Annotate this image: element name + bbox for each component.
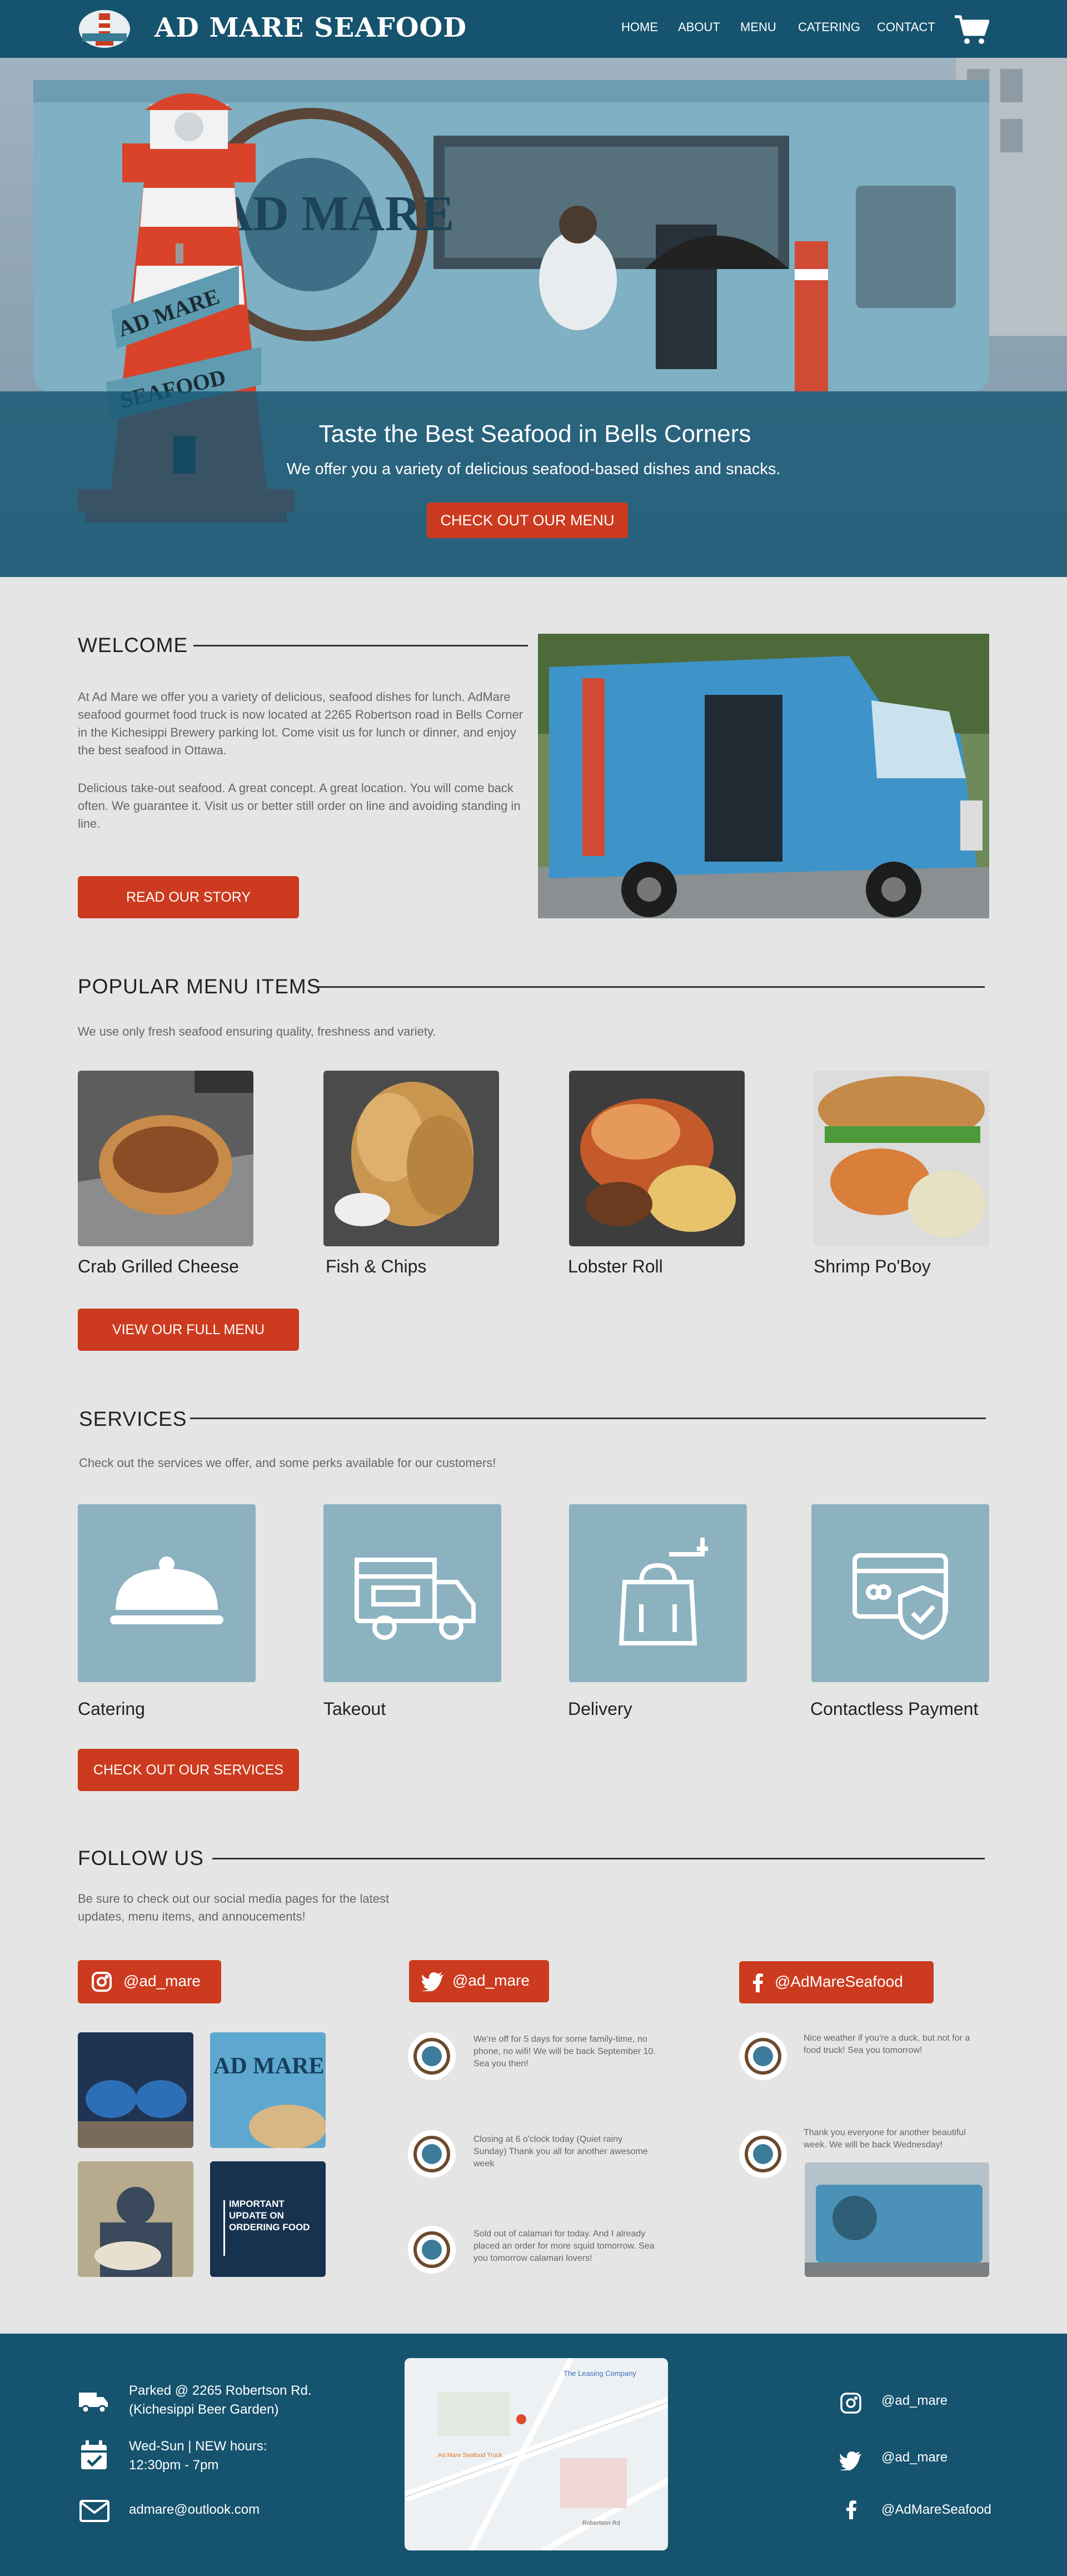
view-full-menu-button[interactable]: VIEW OUR FULL MENU [78, 1309, 299, 1351]
welcome-divider [193, 645, 528, 647]
footer-facebook[interactable]: @AdMareSeafood [881, 2500, 991, 2519]
twitter-avatar[interactable] [408, 2032, 456, 2080]
takeout-bag-icon [619, 1538, 708, 1645]
menu-item-label[interactable]: Shrimp Po'Boy [814, 1256, 931, 1277]
menu-title: POPULAR MENU ITEMS [78, 975, 321, 998]
facebook-handle: @AdMareSeafood [775, 1973, 903, 1990]
footer-hours-line2: 12:30pm - 7pm [129, 2458, 219, 2473]
calendar-icon [81, 2440, 107, 2469]
footer-address-line2: (Kichesippi Beer Garden) [129, 2402, 279, 2417]
hero-title: Taste the Best Seafood in Bells Corners [318, 420, 751, 447]
menu-divider [318, 986, 985, 988]
nav-contact[interactable]: CONTACT [877, 20, 935, 34]
check-menu-button[interactable]: CHECK OUT OUR MENU [427, 503, 628, 538]
menu-item-image-shrimp-poboy[interactable] [814, 1071, 989, 1246]
service-label[interactable]: Catering [78, 1699, 145, 1719]
services-intro: Check out the services we offer, and som… [79, 1456, 496, 1470]
instagram-post-text: AD MARE [213, 2053, 324, 2079]
facebook-post-text: Nice weather if you're a duck, but not f… [804, 2033, 970, 2055]
truck-icon [79, 2393, 108, 2414]
food-truck-icon [355, 1558, 476, 1640]
nav-about[interactable]: ABOUT [678, 20, 720, 34]
twitter-icon [421, 1972, 443, 1991]
services-divider [190, 1418, 986, 1419]
brand-name[interactable]: AD MARE SEAFOOD [154, 12, 467, 43]
welcome-title: WELCOME [78, 634, 188, 657]
instagram-button[interactable]: @ad_mare [78, 1960, 221, 2003]
instagram-icon [840, 2393, 861, 2414]
menu-item-image-fish-chips[interactable] [323, 1071, 499, 1246]
follow-title: FOLLOW US [78, 1847, 204, 1869]
footer-twitter[interactable]: @ad_mare [881, 2448, 948, 2467]
cloche-icon [110, 1556, 223, 1624]
instagram-post[interactable] [78, 2161, 193, 2277]
facebook-avatar[interactable] [739, 2032, 787, 2080]
footer-hours-line1: Wed-Sun | NEW hours: [129, 2439, 267, 2454]
nav-home[interactable]: HOME [621, 20, 658, 34]
welcome-paragraph-1: At Ad Mare we offer you a variety of del… [78, 690, 523, 757]
hero-overlay [0, 391, 1067, 577]
service-tile-takeout[interactable] [323, 1504, 501, 1682]
service-tile-delivery[interactable] [569, 1504, 747, 1682]
facebook-post-image[interactable] [805, 2162, 989, 2277]
instagram-post[interactable]: IMPORTANT UPDATE ON ORDERING FOOD [210, 2161, 326, 2277]
twitter-avatar[interactable] [408, 2130, 456, 2178]
read-story-button[interactable]: READ OUR STORY [78, 876, 299, 918]
service-tile-contactless-payment[interactable] [811, 1504, 989, 1682]
footer-address-line1: Parked @ 2265 Robertson Rd. [129, 2383, 312, 2398]
food-truck-photo [538, 634, 989, 918]
facebook-post-text: Thank you everyone for another beautiful… [804, 2128, 966, 2150]
instagram-post-text: IMPORTANT UPDATE ON ORDERING FOOD [229, 2199, 310, 2232]
location-map[interactable]: The Leasing Company Ad Mare Seafood Truc… [405, 2358, 668, 2550]
map-label-road: Robertson Rd [582, 2520, 620, 2527]
tweet-text: We're off for 5 days for some family-tim… [473, 2035, 656, 2068]
service-label[interactable]: Takeout [323, 1699, 386, 1719]
cart-icon[interactable] [954, 13, 990, 48]
facebook-icon [846, 2500, 856, 2519]
follow-intro: Be sure to check out our social media pa… [78, 1892, 390, 1923]
nav-menu[interactable]: MENU [740, 20, 776, 34]
hero-section: AD MARE AD MARE SEAFOOD Taste the Best S… [0, 58, 1067, 577]
follow-divider [212, 1858, 985, 1859]
menu-item-label[interactable]: Crab Grilled Cheese [78, 1256, 239, 1277]
instagram-post[interactable]: AD MARE [210, 2032, 326, 2148]
facebook-icon [753, 1973, 763, 1992]
map-label-leasing: The Leasing Company [564, 2369, 636, 2378]
email-icon [79, 2500, 109, 2522]
check-services-button[interactable]: CHECK OUT OUR SERVICES [78, 1749, 299, 1791]
twitter-avatar[interactable] [408, 2226, 456, 2274]
tweet-text: Sold out of calamari for today. And I al… [473, 2229, 655, 2263]
footer-email[interactable]: admare@outlook.com [129, 2500, 260, 2519]
tweet-text: Closing at 6 o'clock today (Quiet rainy … [473, 2135, 648, 2169]
service-label[interactable]: Delivery [568, 1699, 632, 1719]
logo[interactable] [77, 8, 132, 50]
facebook-avatar[interactable] [739, 2130, 787, 2178]
footer: Parked @ 2265 Robertson Rd. (Kichesippi … [0, 2334, 1067, 2576]
service-tile-catering[interactable] [78, 1504, 256, 1682]
nav-catering[interactable]: CATERING [798, 20, 860, 34]
menu-intro: We use only fresh seafood ensuring quali… [78, 1025, 436, 1038]
twitter-button[interactable]: @ad_mare [409, 1960, 549, 2002]
menu-item-label[interactable]: Lobster Roll [568, 1256, 663, 1277]
menu-item-label[interactable]: Fish & Chips [326, 1256, 426, 1277]
menu-item-image-crab-grilled-cheese[interactable] [78, 1071, 253, 1246]
welcome-paragraph-2: Delicious take-out seafood. A great conc… [78, 781, 521, 831]
twitter-icon [839, 2451, 861, 2470]
instagram-icon [92, 1972, 112, 1992]
menu-item-image-lobster-roll[interactable] [569, 1071, 745, 1246]
map-label-truck: Ad Mare Seafood Truck [438, 2452, 502, 2459]
instagram-handle: @ad_mare [123, 1972, 201, 1990]
services-title: SERVICES [79, 1408, 187, 1430]
hero-subtitle: We offer you a variety of delicious seaf… [286, 460, 781, 478]
footer-instagram[interactable]: @ad_mare [881, 2391, 948, 2410]
card-shield-icon [852, 1553, 948, 1640]
instagram-post[interactable] [78, 2032, 193, 2148]
top-nav: AD MARE SEAFOOD HOME ABOUT MENU CATERING… [0, 0, 1067, 58]
service-label[interactable]: Contactless Payment [810, 1699, 978, 1719]
twitter-handle: @ad_mare [452, 1972, 530, 1989]
facebook-button[interactable]: @AdMareSeafood [739, 1961, 934, 2003]
